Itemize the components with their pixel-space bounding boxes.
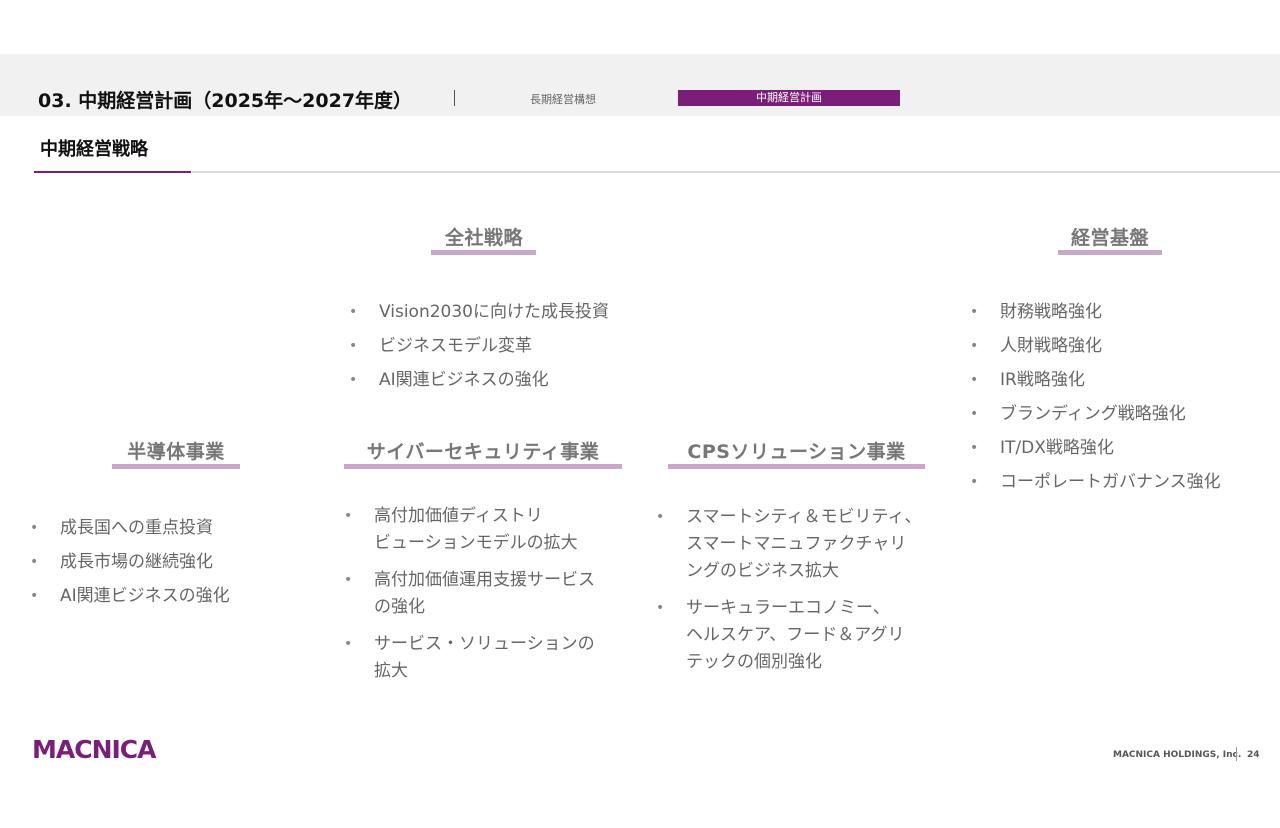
tab-long-term-vision[interactable]: 長期経営構想 [530, 91, 596, 107]
footer-separator [1236, 747, 1237, 761]
macnica-logo: MACNICA [32, 735, 156, 764]
list-item: サービス・ソリューションの 拡大 [344, 631, 634, 685]
management-base-underline [1058, 250, 1162, 255]
company-strategy-list: Vision2030に向けた成長投資 ビジネスモデル変革 AI関連ビジネスの強化 [349, 295, 609, 397]
management-base-heading: 経営基盤 [1070, 227, 1149, 249]
cybersecurity-heading: サイバーセキュリティ事業 [366, 441, 600, 463]
list-item: 高付加価値ディストリ ビューションモデルの拡大 [344, 503, 634, 557]
list-item: IR戦略強化 [970, 363, 1221, 397]
list-item: Vision2030に向けた成長投資 [349, 295, 609, 329]
list-item: 成長市場の継続強化 [30, 545, 230, 579]
company-strategy-underline [431, 250, 536, 255]
footer-company: MACNICA HOLDINGS, Inc. [1113, 750, 1242, 760]
cybersecurity-underline [344, 464, 622, 469]
company-strategy-heading: 全社戦略 [444, 227, 523, 249]
cps-underline [668, 464, 925, 469]
list-item: コーポレートガバナンス強化 [970, 465, 1221, 499]
heading-accent-bar [34, 171, 191, 173]
list-item: ビジネスモデル変革 [349, 329, 609, 363]
cps-list: スマートシティ＆モビリティ、 スマートマニュファクチャリ ングのビジネス拡大 サ… [656, 504, 956, 686]
heading-divider [190, 171, 1280, 173]
list-item: 高付加価値運用支援サービス の強化 [344, 567, 634, 621]
semiconductor-list: 成長国への重点投資 成長市場の継続強化 AI関連ビジネスの強化 [30, 511, 230, 613]
list-item: スマートシティ＆モビリティ、 スマートマニュファクチャリ ングのビジネス拡大 [656, 504, 956, 585]
tab-mid-term-plan[interactable]: 中期経営計画 [678, 90, 900, 106]
list-item: 財務戦略強化 [970, 295, 1221, 329]
list-item: 成長国への重点投資 [30, 511, 230, 545]
list-item: ブランディング戦略強化 [970, 397, 1221, 431]
page-number: 24 [1247, 750, 1260, 760]
management-base-list: 財務戦略強化 人財戦略強化 IR戦略強化 ブランディング戦略強化 IT/DX戦略… [970, 295, 1221, 499]
list-item: AI関連ビジネスの強化 [349, 363, 609, 397]
title-separator [454, 90, 455, 106]
semiconductor-underline [112, 464, 240, 469]
page-title: 中期経営戦略 [40, 139, 148, 160]
cps-heading: CPSソリューション事業 [687, 441, 906, 463]
list-item: AI関連ビジネスの強化 [30, 579, 230, 613]
list-item: サーキュラーエコノミー、 ヘルスケア、フード＆アグリ テックの個別強化 [656, 595, 956, 676]
cybersecurity-list: 高付加価値ディストリ ビューションモデルの拡大 高付加価値運用支援サービス の強… [344, 503, 634, 695]
list-item: IT/DX戦略強化 [970, 431, 1221, 465]
list-item: 人財戦略強化 [970, 329, 1221, 363]
section-title: 03. 中期経営計画（2025年〜2027年度） [38, 90, 413, 112]
semiconductor-heading: 半導体事業 [127, 441, 225, 463]
